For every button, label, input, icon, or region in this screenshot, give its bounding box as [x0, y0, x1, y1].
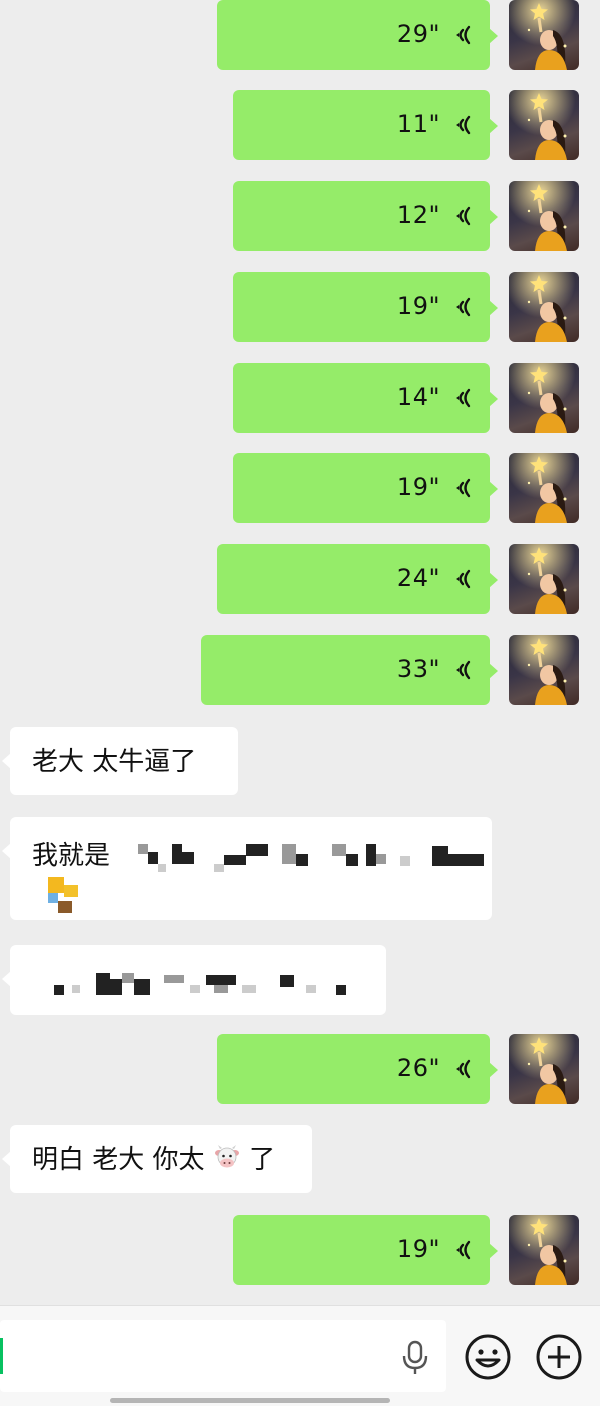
- voice-message-bubble[interactable]: 11": [233, 90, 498, 160]
- voice-duration: 33": [396, 655, 440, 683]
- microphone-icon[interactable]: [400, 1340, 430, 1376]
- voice-wave-icon: [452, 1056, 474, 1082]
- voice-wave-icon: [452, 657, 474, 683]
- message-text-suffix: 了: [249, 1145, 276, 1175]
- voice-duration: 19": [396, 292, 440, 320]
- avatar[interactable]: [509, 90, 579, 160]
- message-text: 明白 老大 你太: [32, 1145, 205, 1175]
- voice-duration: 19": [396, 473, 440, 501]
- voice-message-bubble[interactable]: 19": [233, 272, 498, 342]
- voice-message-bubble[interactable]: 26": [217, 1034, 498, 1104]
- smiley-icon[interactable]: [464, 1333, 512, 1381]
- redacted-text: [10, 817, 492, 920]
- voice-wave-icon: [452, 203, 474, 229]
- text-cursor: [0, 1338, 3, 1374]
- avatar[interactable]: [509, 1034, 579, 1104]
- avatar[interactable]: [509, 363, 579, 433]
- avatar[interactable]: [509, 1215, 579, 1285]
- message-text: 老大 太牛逼了: [32, 747, 197, 777]
- voice-message-bubble[interactable]: 24": [217, 544, 498, 614]
- home-indicator: [110, 1398, 390, 1403]
- voice-message-bubble[interactable]: 29": [217, 0, 498, 70]
- voice-message-bubble[interactable]: 19": [233, 453, 498, 523]
- voice-message-bubble[interactable]: 12": [233, 181, 498, 251]
- voice-message-bubble[interactable]: 33": [201, 635, 498, 705]
- voice-duration: 26": [396, 1054, 440, 1082]
- avatar[interactable]: [509, 453, 579, 523]
- voice-duration: 11": [396, 110, 440, 138]
- voice-duration: 12": [396, 201, 440, 229]
- voice-wave-icon: [452, 112, 474, 138]
- plus-icon[interactable]: [535, 1333, 583, 1381]
- voice-duration: 19": [396, 1235, 440, 1263]
- voice-duration: 14": [396, 383, 440, 411]
- voice-duration: 29": [396, 20, 440, 48]
- avatar[interactable]: [509, 181, 579, 251]
- incoming-message-2[interactable]: 我就是: [2, 817, 492, 920]
- avatar[interactable]: [509, 272, 579, 342]
- cow-emoji-icon: [213, 1144, 241, 1172]
- incoming-message-4[interactable]: 明白 老大 你太 了: [2, 1125, 312, 1193]
- redacted-text: [10, 945, 386, 1015]
- voice-message-bubble[interactable]: 19": [233, 1215, 498, 1285]
- avatar[interactable]: [509, 544, 579, 614]
- avatar[interactable]: [509, 635, 579, 705]
- message-input[interactable]: [0, 1320, 446, 1392]
- voice-wave-icon: [452, 385, 474, 411]
- avatar[interactable]: [509, 0, 579, 70]
- voice-wave-icon: [452, 566, 474, 592]
- voice-wave-icon: [452, 475, 474, 501]
- voice-wave-icon: [452, 1237, 474, 1263]
- incoming-message-1[interactable]: 老大 太牛逼了: [2, 727, 238, 795]
- voice-wave-icon: [452, 22, 474, 48]
- voice-duration: 24": [396, 564, 440, 592]
- incoming-message-3[interactable]: [2, 945, 386, 1015]
- voice-message-bubble[interactable]: 14": [233, 363, 498, 433]
- voice-wave-icon: [452, 294, 474, 320]
